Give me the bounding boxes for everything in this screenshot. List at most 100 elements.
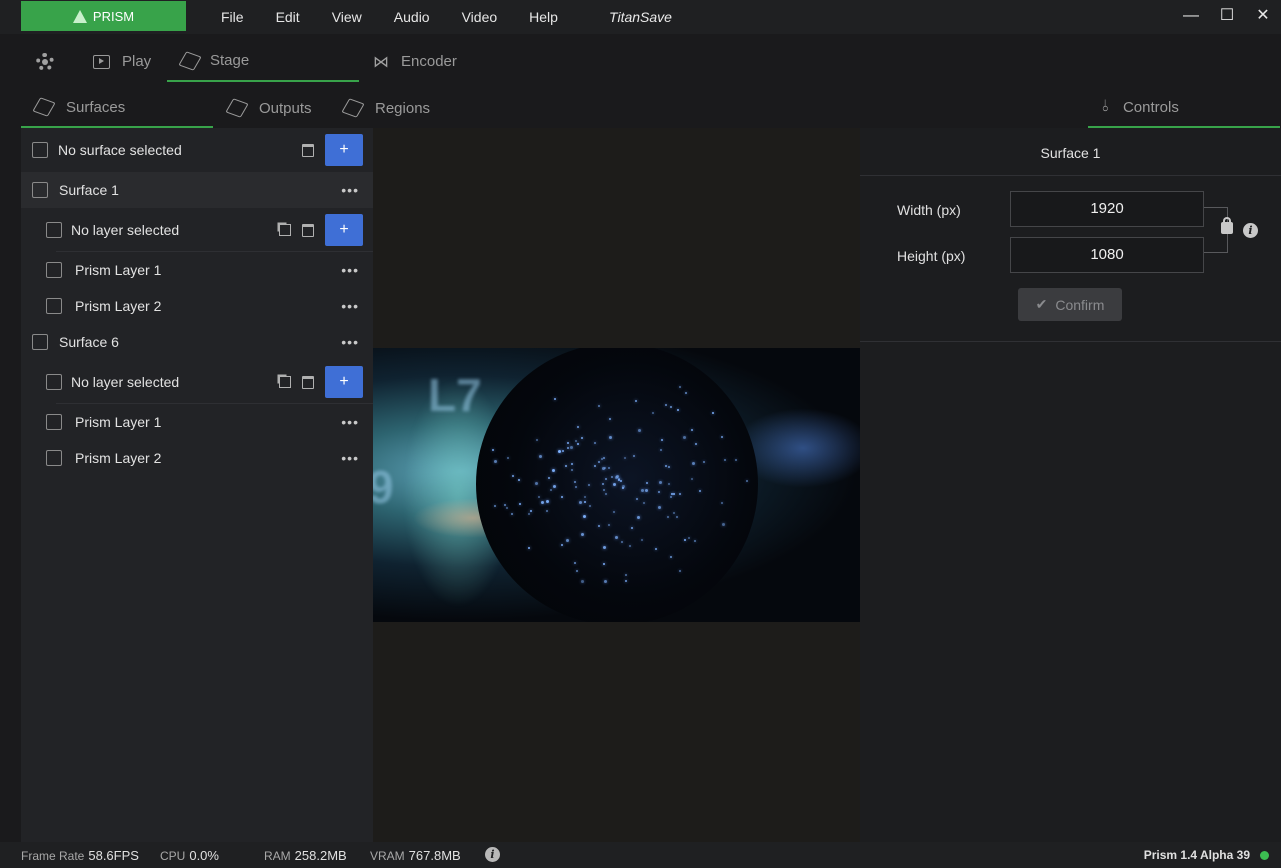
particle: [598, 405, 601, 408]
menu-help[interactable]: Help: [513, 0, 574, 34]
width-field[interactable]: 1920: [1010, 191, 1204, 227]
close-icon[interactable]: ✕: [1245, 0, 1281, 34]
particle: [603, 579, 607, 583]
layer-checkbox[interactable]: [46, 414, 62, 430]
confirm-button[interactable]: ✔ Confirm: [1018, 288, 1122, 321]
minimize-icon[interactable]: —: [1173, 0, 1209, 34]
particle: [527, 512, 530, 515]
particle: [594, 465, 597, 468]
tab-regions[interactable]: Regions: [341, 88, 430, 128]
layer-row[interactable]: Prism Layer 1 •••: [21, 252, 373, 288]
layer-row[interactable]: Prism Layer 2 •••: [21, 440, 373, 476]
layer-checkbox[interactable]: [46, 298, 62, 314]
layer-checkbox[interactable]: [46, 450, 62, 466]
tab-outputs[interactable]: Outputs: [225, 88, 312, 128]
surfaces-panel: No surface selected + Surface 1 ••• No l…: [21, 128, 373, 842]
add-layer-button[interactable]: +: [325, 366, 363, 398]
tab-controls[interactable]: ⫰ Controls: [1088, 88, 1280, 128]
particle: [565, 538, 569, 542]
surface-row[interactable]: Surface 6 •••: [21, 324, 373, 360]
delete-icon[interactable]: [302, 375, 314, 389]
stage-button[interactable]: Stage: [167, 41, 359, 82]
particle: [534, 482, 538, 486]
info-icon[interactable]: i: [1243, 223, 1258, 238]
window-controls: — ☐ ✕: [1173, 0, 1281, 34]
particle: [607, 523, 610, 526]
particle: [597, 525, 600, 528]
more-options-icon[interactable]: •••: [341, 298, 359, 314]
particle: [601, 457, 604, 460]
particle: [573, 481, 576, 484]
more-options-icon[interactable]: •••: [341, 414, 359, 430]
particle: [669, 496, 672, 499]
lock-icon[interactable]: [1221, 217, 1233, 234]
ram-label: RAM: [264, 849, 291, 863]
layer-row[interactable]: Prism Layer 2 •••: [21, 288, 373, 324]
cube-icon: [225, 98, 249, 118]
preview-canvas[interactable]: L7 9: [373, 348, 860, 622]
delete-icon[interactable]: [302, 143, 314, 157]
more-options-icon[interactable]: •••: [341, 450, 359, 466]
particle: [604, 478, 607, 481]
surface-row[interactable]: Surface 1 •••: [21, 172, 373, 208]
particle: [636, 515, 640, 519]
select-all-surfaces-checkbox[interactable]: [32, 142, 48, 158]
particle: [643, 502, 646, 505]
menu-view[interactable]: View: [316, 0, 378, 34]
stage-label: Stage: [210, 52, 250, 69]
particle: [588, 483, 591, 486]
menu-video[interactable]: Video: [446, 0, 514, 34]
layers-header: No layer selected +: [21, 212, 373, 248]
more-options-icon[interactable]: •••: [341, 182, 359, 198]
particle: [562, 450, 565, 453]
layer-row[interactable]: Prism Layer 1 •••: [21, 404, 373, 440]
layer-checkbox[interactable]: [46, 262, 62, 278]
layers-header: No layer selected +: [21, 364, 373, 400]
stage-preview[interactable]: L7 9: [373, 128, 860, 842]
particle: [545, 499, 549, 503]
check-icon: ✔: [1035, 296, 1048, 312]
particle: [570, 469, 573, 472]
version-label: Prism 1.4 Alpha 39: [1143, 848, 1250, 862]
particle: [575, 570, 578, 573]
particle: [584, 496, 587, 498]
maximize-icon[interactable]: ☐: [1209, 0, 1245, 34]
settings-button[interactable]: [36, 41, 54, 82]
menu-edit[interactable]: Edit: [260, 0, 316, 34]
copy-icon[interactable]: [279, 376, 291, 388]
layer-name: Prism Layer 1: [75, 262, 162, 278]
cpu-label: CPU: [160, 849, 186, 863]
menu-audio[interactable]: Audio: [378, 0, 446, 34]
prism-logo[interactable]: PRISM: [21, 1, 186, 31]
particle: [493, 504, 496, 507]
particle: [654, 547, 657, 550]
add-layer-button[interactable]: +: [325, 214, 363, 246]
surface-checkbox[interactable]: [32, 334, 48, 350]
select-all-layers-checkbox[interactable]: [46, 374, 62, 390]
sliders-icon: ⫰: [1102, 98, 1109, 115]
select-all-layers-checkbox[interactable]: [46, 222, 62, 238]
height-field[interactable]: 1080: [1010, 237, 1204, 273]
vram-label: VRAM: [370, 849, 405, 863]
status-indicator: [1260, 851, 1269, 860]
play-button[interactable]: Play: [93, 41, 151, 82]
particle: [566, 442, 569, 445]
delete-icon[interactable]: [302, 223, 314, 237]
width-label: Width (px): [897, 202, 961, 218]
particle: [578, 501, 582, 505]
copy-icon[interactable]: [279, 224, 291, 236]
play-label: Play: [122, 53, 152, 70]
add-surface-button[interactable]: +: [325, 134, 363, 166]
particle: [678, 493, 681, 496]
encoder-button[interactable]: ⋈ Encoder: [373, 41, 457, 82]
particle: [632, 454, 635, 457]
info-icon[interactable]: i: [485, 847, 500, 862]
layer-name: Prism Layer 2: [75, 298, 162, 314]
surfaces-header: No surface selected +: [21, 132, 373, 168]
menu-file[interactable]: File: [205, 0, 260, 34]
frame-rate-value: 58.6FPS: [88, 848, 139, 863]
tab-surfaces[interactable]: Surfaces: [21, 88, 213, 128]
surface-checkbox[interactable]: [32, 182, 48, 198]
more-options-icon[interactable]: •••: [341, 334, 359, 350]
more-options-icon[interactable]: •••: [341, 262, 359, 278]
